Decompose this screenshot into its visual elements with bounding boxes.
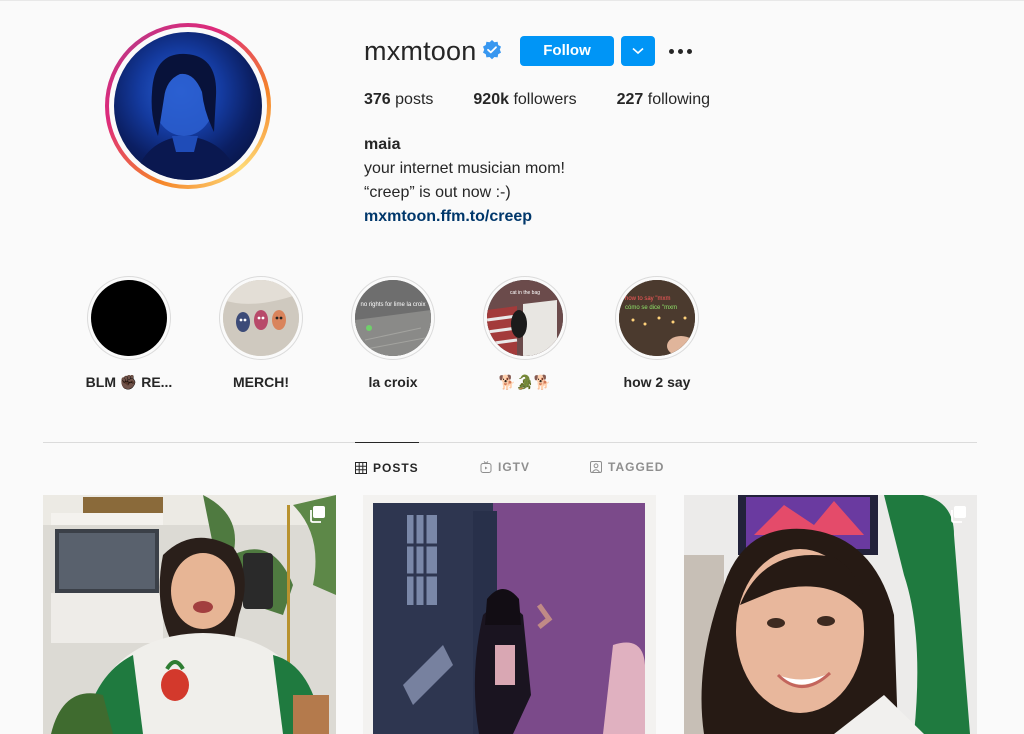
highlight-label: MERCH! [233,374,289,390]
bio-line: your internet musician mom! [364,160,565,177]
suggested-accounts-button[interactable] [621,36,655,66]
highlight-blm[interactable]: BLM ✊🏿 RE... [69,276,189,391]
highlight-overlay-text: cómo se dice "mxm [625,305,677,311]
highlight-label: BLM ✊🏿 RE... [85,374,173,390]
highlight-overlay-text: no rights for lime la croix [360,302,425,308]
highlight-label: 🐕🐊🐕 [498,374,552,390]
tab-label: IGTV [498,460,531,474]
post-thumbnail[interactable] [363,495,656,734]
highlight-la-croix[interactable]: no rights for lime la croix la croix [333,276,453,390]
igtv-icon [480,461,492,473]
multiple-photos-icon [310,506,325,523]
full-name: maia [364,136,401,153]
username: mxmtoon [364,36,477,66]
tab-posts[interactable]: POSTS [355,442,419,492]
highlight-label: la croix [368,374,418,390]
follow-button[interactable]: Follow [520,36,614,66]
chevron-down-icon [632,47,644,55]
profile-bio: maia your internet musician mom! “creep”… [364,133,565,229]
tab-igtv[interactable]: IGTV [480,442,530,492]
profile-avatar[interactable] [105,23,271,189]
followers-count[interactable]: 920k followers [473,91,576,109]
post-thumbnail[interactable] [43,495,336,734]
tab-label: TAGGED [608,460,665,474]
bio-line: “creep” is out now :-) [364,184,511,201]
posts-count: 376 posts [364,91,434,108]
highlight-overlay-text: cat in the bag [510,290,540,296]
tab-label: POSTS [373,460,419,475]
verified-badge-icon [483,40,501,60]
bio-link[interactable]: mxmtoon.ffm.to/creep [364,205,565,229]
top-border [0,0,1024,1]
tagged-icon [590,461,602,473]
highlight-overlay-text: how to say "mxm [625,296,670,302]
grid-icon [355,461,367,474]
multiple-photos-icon [951,506,966,523]
tab-tagged[interactable]: TAGGED [590,442,664,492]
more-options-icon[interactable] [666,40,694,62]
profile-stats: 376 posts 920k followers 227 following [364,91,750,109]
highlight-animals[interactable]: cat in the bag 🐕🐊🐕 [465,276,585,391]
following-count[interactable]: 227 following [617,91,710,109]
highlight-merch[interactable]: MERCH! [201,276,321,390]
highlight-label: how 2 say [623,374,691,390]
post-thumbnail[interactable] [684,495,977,734]
highlight-how-2-say[interactable]: how to say "mxm cómo se dice "mxm how 2 … [597,276,717,390]
